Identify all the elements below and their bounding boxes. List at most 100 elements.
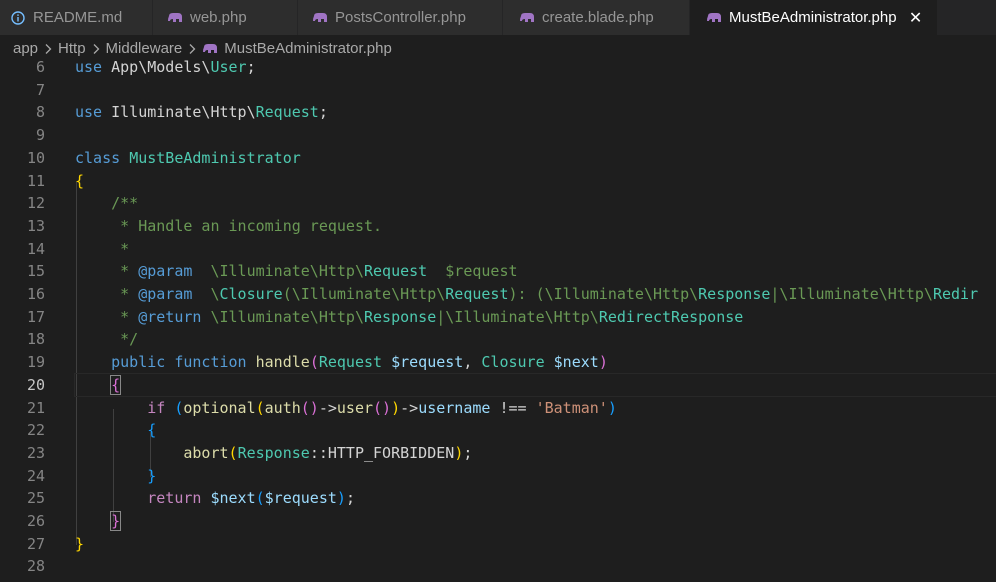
- code-token: Illuminate\Http\: [102, 103, 256, 122]
- code-line[interactable]: 25 return $next($request);: [0, 487, 996, 510]
- code-text: abort(Response::HTTP_FORBIDDEN);: [75, 442, 996, 465]
- php-elephant-icon: [167, 10, 183, 26]
- code-line[interactable]: 23 abort(Response::HTTP_FORBIDDEN);: [0, 442, 996, 465]
- code-token: handle: [255, 353, 310, 372]
- code-token: if: [147, 398, 166, 417]
- code-token: ): [336, 489, 346, 508]
- code-token: (: [228, 443, 238, 462]
- tab-label: web.php: [190, 9, 247, 26]
- php-elephant-icon: [202, 43, 218, 55]
- breadcrumb-item-middleware[interactable]: Middleware: [106, 40, 183, 57]
- line-number: 10: [26, 148, 45, 167]
- code-text: use App\Models\User;: [75, 56, 996, 79]
- line-number: 17: [26, 307, 45, 326]
- line-number: 21: [26, 398, 45, 417]
- code-line[interactable]: 28: [0, 555, 996, 578]
- breadcrumb-item-file[interactable]: MustBeAdministrator.php: [224, 40, 392, 57]
- code-line[interactable]: 9: [0, 124, 996, 147]
- tab-web-php[interactable]: web.php: [153, 0, 298, 35]
- code-token: optional: [183, 398, 256, 417]
- code-text: *: [75, 238, 996, 261]
- code-token: !==: [490, 398, 536, 417]
- line-number: 26: [26, 512, 45, 530]
- code-line[interactable]: 16 * @param \Closure(\Illuminate\Http\Re…: [0, 283, 996, 306]
- code-token: $request: [445, 262, 518, 281]
- breadcrumb-item-http[interactable]: Http: [58, 40, 86, 57]
- tab-label: MustBeAdministrator.php: [729, 9, 897, 26]
- code-line[interactable]: 24 }: [0, 465, 996, 488]
- code-line[interactable]: 27}: [0, 533, 996, 556]
- close-icon[interactable]: ✕: [907, 9, 925, 27]
- tab-create-blade[interactable]: create.blade.php: [503, 0, 690, 35]
- tab-must-be-administrator[interactable]: MustBeAdministrator.php ✕: [690, 0, 938, 35]
- php-elephant-icon: [519, 10, 535, 26]
- code-token: ): [391, 398, 401, 417]
- code-line[interactable]: 14 *: [0, 238, 996, 261]
- code-line[interactable]: 6 use App\Models\User;: [0, 56, 996, 79]
- code-token: }: [147, 466, 157, 485]
- breadcrumb-item-app[interactable]: app: [13, 40, 38, 57]
- code-line[interactable]: 15 * @param \Illuminate\Http\Request $re…: [0, 260, 996, 283]
- code-line[interactable]: 20 {: [0, 372, 996, 398]
- code-token: (: [309, 353, 319, 372]
- code-token: use: [75, 103, 103, 122]
- code-line[interactable]: 13 * Handle an incoming request.: [0, 215, 996, 238]
- code-line[interactable]: 12 /**: [0, 192, 996, 215]
- editor-tab-bar: README.md web.php PostsController.php cr…: [0, 0, 996, 35]
- code-token: RedirectResponse: [598, 307, 744, 326]
- info-icon: [10, 10, 26, 26]
- code-token: ;: [246, 58, 256, 76]
- code-token: (: [255, 489, 265, 508]
- code-text: }: [75, 510, 996, 533]
- code-token: abort: [183, 443, 229, 462]
- code-token: Request: [255, 103, 319, 122]
- code-line[interactable]: 22 {: [0, 419, 996, 442]
- code-text: * @param \Illuminate\Http\Request $reque…: [75, 260, 996, 283]
- code-token: App\Models\: [111, 58, 211, 76]
- code-line[interactable]: 18 */: [0, 328, 996, 351]
- tab-label: PostsController.php: [335, 9, 466, 26]
- code-line[interactable]: 8 use Illuminate\Http\Request;: [0, 101, 996, 124]
- code-token: {: [147, 421, 157, 440]
- code-token: ): (\Illuminate\Http\: [508, 285, 699, 303]
- code-token: auth: [264, 398, 301, 417]
- code-token: user: [336, 398, 374, 417]
- code-line[interactable]: 19 public function handle(Request $reque…: [0, 351, 996, 374]
- code-token: ::HTTP_FORBIDDEN: [309, 443, 455, 462]
- code-token: use: [75, 58, 103, 76]
- tab-label: README.md: [33, 9, 123, 26]
- code-token: ;: [318, 103, 328, 122]
- code-token: * Handle an incoming request.: [120, 216, 383, 235]
- code-token: Request: [364, 262, 428, 281]
- code-token: }: [75, 534, 85, 553]
- code-editor[interactable]: 6 use App\Models\User; 7 8 use Illuminate\Ht…: [0, 56, 996, 582]
- code-line[interactable]: 21 if (optional(auth()->user())->usernam…: [0, 397, 996, 420]
- line-number: 11: [26, 171, 45, 190]
- code-token: @return: [138, 307, 202, 326]
- line-number: 24: [26, 466, 45, 485]
- tab-readme[interactable]: README.md: [0, 0, 153, 35]
- code-token: ,: [463, 353, 482, 372]
- code-line[interactable]: 26 }: [0, 510, 996, 533]
- code-line[interactable]: 7: [0, 79, 996, 102]
- code-text: */: [75, 328, 996, 351]
- code-line[interactable]: 10 class MustBeAdministrator: [0, 147, 996, 170]
- code-token: }: [110, 511, 122, 531]
- code-line[interactable]: 17 * @return \Illuminate\Http\Response|\…: [0, 306, 996, 329]
- tab-posts-controller[interactable]: PostsController.php: [298, 0, 503, 35]
- code-token: (: [255, 398, 265, 417]
- code-line[interactable]: 11 {: [0, 170, 996, 193]
- code-token: $next: [210, 489, 256, 508]
